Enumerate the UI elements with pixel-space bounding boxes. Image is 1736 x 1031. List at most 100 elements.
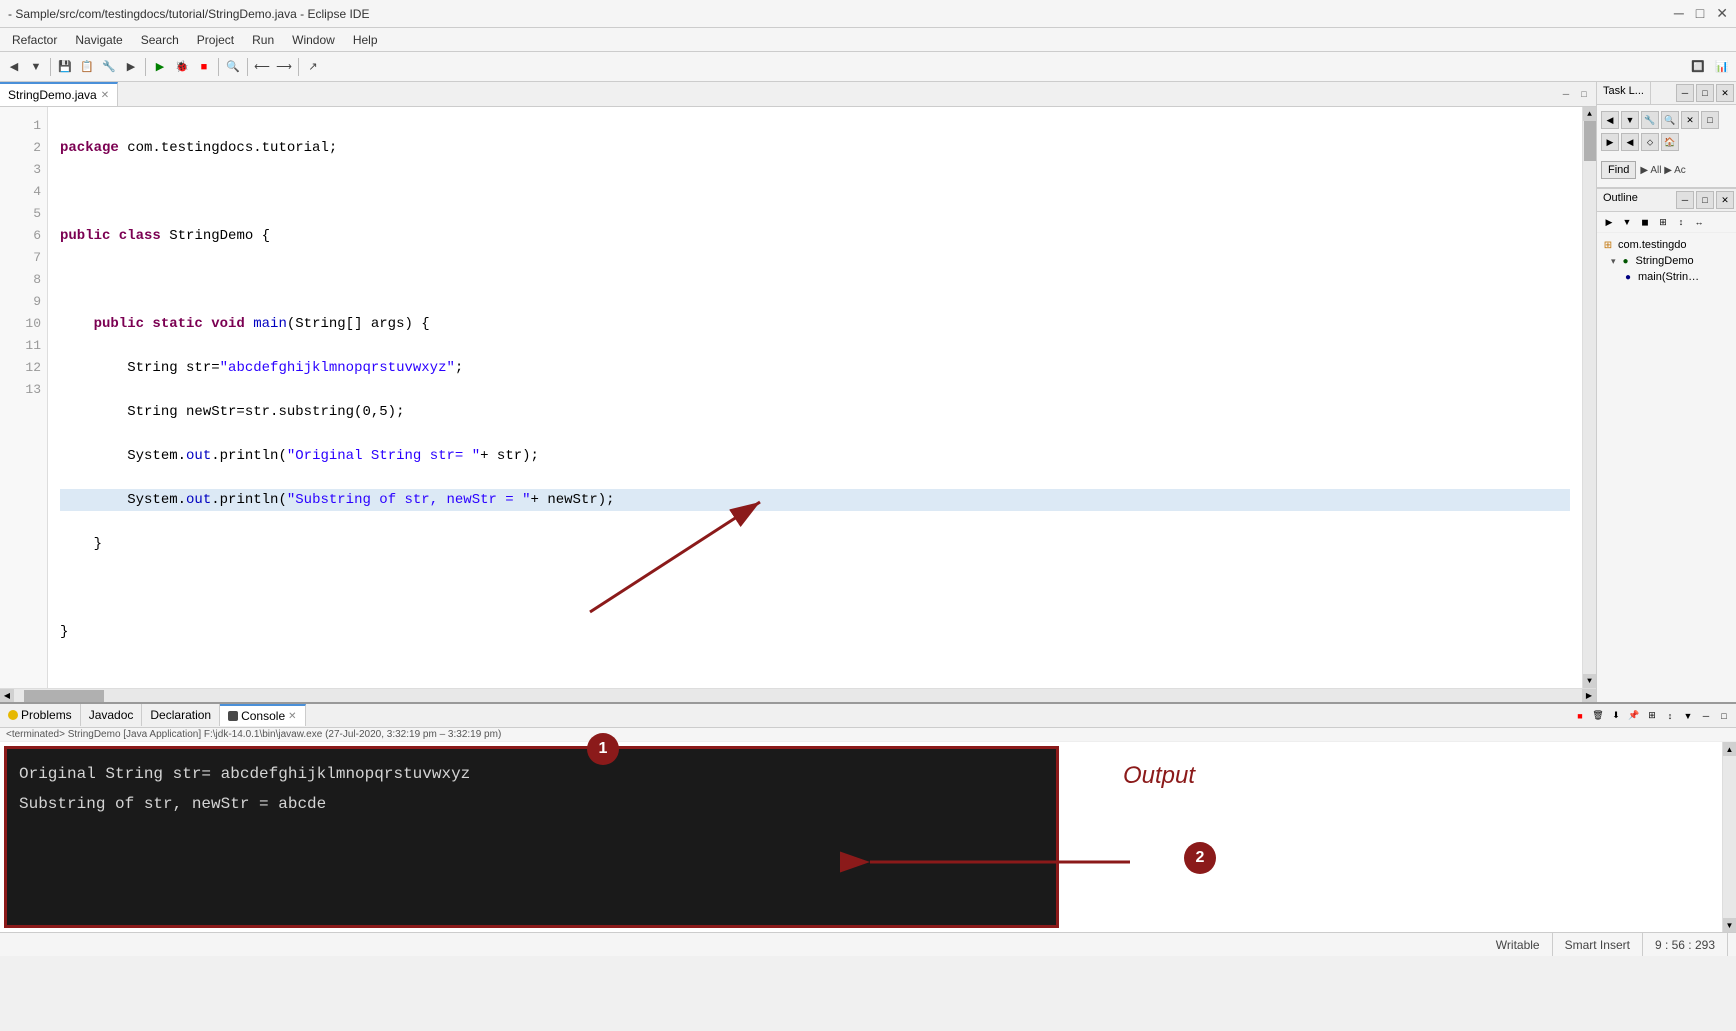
tab-declaration[interactable]: Declaration — [142, 704, 220, 726]
console-scroll-up[interactable]: ▲ — [1723, 742, 1736, 756]
tab-javadoc-label: Javadoc — [89, 708, 134, 722]
outline-tab[interactable]: Outline — [1597, 189, 1644, 211]
maximize-button[interactable]: □ — [1696, 5, 1704, 22]
toolbar-misc-btn[interactable]: ↗ — [303, 57, 323, 77]
menu-project[interactable]: Project — [189, 31, 242, 49]
tab-console[interactable]: Console ✕ — [220, 704, 305, 726]
task-min-btn[interactable]: ─ — [1676, 84, 1694, 102]
console-btn7[interactable]: ▼ — [1680, 708, 1696, 724]
outline-item-pkg[interactable]: ⊞ com.testingdo — [1601, 237, 1732, 253]
hscroll-thumb[interactable] — [24, 690, 104, 702]
menu-help[interactable]: Help — [345, 31, 386, 49]
menu-navigate[interactable]: Navigate — [67, 31, 130, 49]
hscroll-track[interactable] — [14, 689, 1582, 703]
console-clear-btn[interactable]: 🗑 — [1590, 708, 1606, 724]
expand-arrow: ▾ — [1611, 256, 1616, 267]
console-min-btn[interactable]: ─ — [1698, 708, 1714, 724]
console-scroll-down[interactable]: ▼ — [1723, 918, 1736, 932]
outline-btn-1[interactable]: ▶ — [1601, 214, 1617, 230]
toolbar-fwd2-btn[interactable]: ⟶ — [274, 57, 294, 77]
menu-window[interactable]: Window — [284, 31, 343, 49]
hscroll-right-btn[interactable]: ▶ — [1582, 689, 1596, 703]
outline-min-btn[interactable]: ─ — [1676, 191, 1694, 209]
toolbar-sep-3 — [218, 58, 219, 76]
code-line-11 — [60, 577, 1570, 599]
task-btn-5[interactable]: ✕ — [1681, 111, 1699, 129]
task-btn-1[interactable]: ◀ — [1601, 111, 1619, 129]
console-scrollbar[interactable]: ▲ ▼ — [1722, 742, 1736, 932]
toolbar-forward-btn[interactable]: ▼ — [26, 57, 46, 77]
console-pin-btn[interactable]: 📌 — [1626, 708, 1642, 724]
task-close-btn[interactable]: ✕ — [1716, 84, 1734, 102]
code-editor[interactable]: 1 2 3 4 5 6 7 8 9 10 11 12 13 package co… — [0, 107, 1596, 688]
console-area: Original String str= abcdefghijklmnopqrs… — [0, 742, 1736, 932]
toolbar-btn2[interactable]: 📋 — [77, 57, 97, 77]
toolbar-run-btn[interactable]: ▶ — [150, 57, 170, 77]
editor-tab-close[interactable]: ✕ — [101, 90, 109, 101]
close-button[interactable]: ✕ — [1716, 5, 1728, 22]
toolbar-search-btn[interactable]: 🔍 — [223, 57, 243, 77]
tab-javadoc[interactable]: Javadoc — [81, 704, 143, 726]
task-panel-tab[interactable]: Task L... — [1597, 82, 1651, 104]
toolbar-view-btn[interactable]: 📊 — [1712, 57, 1732, 77]
toolbar-btn3[interactable]: 🔧 — [99, 57, 119, 77]
outline-btn-2[interactable]: ▼ — [1619, 214, 1635, 230]
toolbar-back-btn[interactable]: ◀ — [4, 57, 24, 77]
console-scroll-track[interactable] — [1723, 756, 1736, 918]
find-button[interactable]: Find — [1601, 161, 1636, 179]
minimize-button[interactable]: ─ — [1674, 5, 1684, 22]
console-btn5[interactable]: ⊞ — [1644, 708, 1660, 724]
task-btn-7[interactable]: ▶ — [1601, 133, 1619, 151]
method-icon: ● — [1621, 270, 1635, 284]
code-content[interactable]: package com.testingdocs.tutorial; public… — [48, 107, 1582, 688]
console-tab-close[interactable]: ✕ — [288, 711, 296, 722]
code-line-10: } — [60, 533, 1570, 555]
task-panel: Task L... ─ □ ✕ ◀ ▼ 🔧 🔍 ✕ □ ▶ — [1597, 82, 1736, 188]
menu-search[interactable]: Search — [133, 31, 187, 49]
toolbar-btn4[interactable]: ▶ — [121, 57, 141, 77]
menu-refactor[interactable]: Refactor — [4, 31, 65, 49]
tab-min-btn[interactable]: ─ — [1558, 86, 1574, 102]
toolbar-save-btn[interactable]: 💾 — [55, 57, 75, 77]
outline-item-method[interactable]: ● main(Strin… — [1621, 269, 1732, 285]
toolbar-perspective-btn[interactable]: 🔲 — [1688, 57, 1708, 77]
outline-btn-5[interactable]: ↕ — [1673, 214, 1689, 230]
console-btn6[interactable]: ↕ — [1662, 708, 1678, 724]
scrollbar-up-btn[interactable]: ▲ — [1583, 107, 1597, 121]
task-btn-2[interactable]: ▼ — [1621, 111, 1639, 129]
task-max-btn[interactable]: □ — [1696, 84, 1714, 102]
scrollbar-track[interactable] — [1583, 121, 1597, 674]
tab-max-btn[interactable]: □ — [1576, 86, 1592, 102]
outline-btn-3[interactable]: ◼ — [1637, 214, 1653, 230]
toolbar-back2-btn[interactable]: ⟵ — [252, 57, 272, 77]
editor-tab-row: StringDemo.java ✕ ─ □ — [0, 82, 1596, 107]
outline-close-btn[interactable]: ✕ — [1716, 191, 1734, 209]
editor-scrollbar[interactable]: ▲ ▼ — [1582, 107, 1596, 688]
task-btn-8[interactable]: ◀ — [1621, 133, 1639, 151]
task-btn-10[interactable]: 🏠 — [1661, 133, 1679, 151]
toolbar-debug-btn[interactable]: 🐞 — [172, 57, 192, 77]
scrollbar-down-btn[interactable]: ▼ — [1583, 674, 1597, 688]
task-btn-6[interactable]: □ — [1701, 111, 1719, 129]
editor-tab-stringdemo[interactable]: StringDemo.java ✕ — [0, 82, 118, 106]
toolbar-stop-btn[interactable]: ■ — [194, 57, 214, 77]
menu-run[interactable]: Run — [244, 31, 282, 49]
outline-btn-4[interactable]: ⊞ — [1655, 214, 1671, 230]
task-btn-9[interactable]: ⬦ — [1641, 133, 1659, 151]
outline-max-btn[interactable]: □ — [1696, 191, 1714, 209]
task-btn-4[interactable]: 🔍 — [1661, 111, 1679, 129]
code-line-1: package com.testingdocs.tutorial; — [60, 137, 1570, 159]
task-btn-3[interactable]: 🔧 — [1641, 111, 1659, 129]
outline-item-class[interactable]: ▾ ● StringDemo — [1611, 253, 1732, 269]
scrollbar-thumb[interactable] — [1584, 121, 1596, 161]
task-panel-content: ◀ ▼ 🔧 🔍 ✕ □ ▶ ◀ ⬦ 🏠 Find ▶ All ▶ Ac — [1597, 105, 1736, 183]
console-scroll-btn[interactable]: ⬇ — [1608, 708, 1624, 724]
hscroll-left-btn[interactable]: ◀ — [0, 689, 14, 703]
outline-panel: Outline ─ □ ✕ ▶ ▼ ◼ ⊞ ↕ ↔ ⊞ com.testingd… — [1597, 188, 1736, 702]
editor-hscroll[interactable]: ◀ ▶ — [0, 688, 1596, 702]
console-text: Original String str= abcdefghijklmnopqrs… — [7, 749, 1056, 829]
console-max-btn[interactable]: □ — [1716, 708, 1732, 724]
tab-problems[interactable]: Problems — [0, 704, 81, 726]
console-stop-btn[interactable]: ■ — [1572, 708, 1588, 724]
outline-btn-6[interactable]: ↔ — [1691, 214, 1707, 230]
